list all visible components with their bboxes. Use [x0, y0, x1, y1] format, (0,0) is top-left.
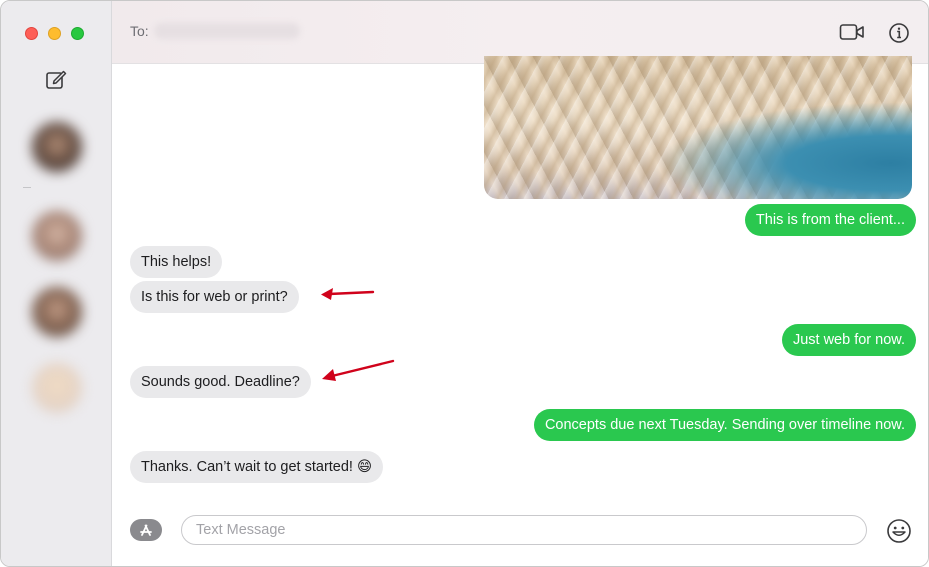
to-label: To: [130, 23, 149, 39]
app-store-glyph-icon [140, 524, 152, 536]
annotation-arrow [321, 288, 375, 300]
annotation-arrow [322, 359, 395, 381]
video-camera-icon[interactable] [839, 22, 865, 42]
incoming-message[interactable]: Is this for web or print? [130, 281, 299, 313]
recipient-field[interactable] [154, 23, 300, 39]
image-attachment[interactable] [484, 56, 912, 199]
conversation-avatar[interactable] [32, 122, 82, 172]
message-transcript: This is from the client... This helps! I… [112, 56, 928, 501]
emoji-smile-icon[interactable] [886, 518, 912, 544]
conversation-header: To: [112, 1, 928, 64]
sidebar-divider [23, 187, 31, 188]
info-circle-icon[interactable] [888, 22, 910, 44]
sidebar [1, 1, 112, 566]
conversation-avatar[interactable] [32, 363, 82, 413]
outgoing-message[interactable]: Just web for now. [781, 324, 916, 356]
incoming-message[interactable]: Sounds good. Deadline? [130, 366, 311, 398]
message-input-bar [112, 501, 928, 566]
close-window-button[interactable] [25, 27, 38, 40]
outgoing-message[interactable]: This is from the client... [744, 204, 916, 236]
conversation-avatar[interactable] [32, 287, 82, 337]
messages-window: To: This is from the client... This help… [0, 0, 929, 567]
zoom-window-button[interactable] [71, 27, 84, 40]
outgoing-message[interactable]: Concepts due next Tuesday. Sending over … [533, 409, 916, 441]
minimize-window-button[interactable] [48, 27, 61, 40]
incoming-message[interactable]: Thanks. Can’t wait to get started! 😄 [130, 451, 384, 483]
compose-icon[interactable] [45, 68, 67, 90]
app-store-icon[interactable] [130, 519, 162, 541]
message-input[interactable] [181, 515, 867, 545]
conversation-avatar[interactable] [32, 211, 82, 261]
incoming-message[interactable]: This helps! [130, 246, 223, 278]
